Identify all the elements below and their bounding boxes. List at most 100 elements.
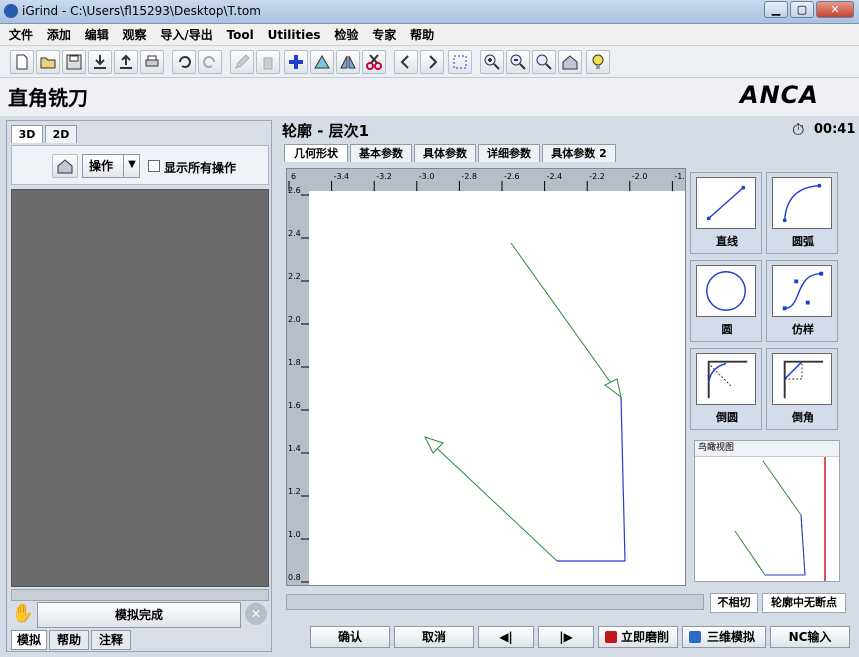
show-all-checkbox[interactable] [148, 160, 160, 172]
printer-icon [145, 55, 159, 67]
next-button[interactable] [420, 50, 444, 74]
next-step-button[interactable]: |▶ [538, 626, 594, 648]
3d-simulation-button[interactable]: 三维模拟 [682, 626, 766, 648]
palette-chamfer[interactable]: 倒角 [766, 348, 838, 430]
save-button[interactable] [62, 50, 86, 74]
chevron-down-icon[interactable]: ▼ [123, 155, 140, 177]
stop-icon[interactable]: ✕ [245, 603, 267, 625]
tab-detail-params[interactable]: 详细参数 [478, 144, 540, 162]
profile-entry-line [510, 242, 622, 398]
hint-button[interactable] [586, 50, 610, 74]
menu-check[interactable]: 检验 [329, 24, 363, 46]
palette-fillet[interactable]: 倒圆 [690, 348, 762, 430]
edit-button[interactable] [230, 50, 254, 74]
page-header: 直角铣刀 ANCA [0, 78, 859, 116]
birdseye-drawing [734, 457, 826, 581]
mirror-button[interactable] [336, 50, 360, 74]
select-area-button[interactable] [448, 50, 472, 74]
ruler-x-label: -2.0 [632, 172, 648, 181]
cancel-button[interactable]: 取消 [394, 626, 474, 648]
hand-icon[interactable]: ✋ [11, 603, 35, 627]
menu-add[interactable]: 添加 [42, 24, 76, 46]
zoom-out-button[interactable] [506, 50, 530, 74]
menu-tool[interactable]: Tool [222, 24, 259, 46]
fillet-icon [696, 353, 756, 405]
exit-arrow-icon [424, 436, 444, 454]
menu-view[interactable]: 观察 [118, 24, 152, 46]
palette-arc[interactable]: 圆弧 [766, 172, 838, 254]
upload-button[interactable] [114, 50, 138, 74]
status-bar [286, 594, 704, 610]
download-button[interactable] [88, 50, 112, 74]
ruler-y-label: 2.2 [288, 272, 301, 281]
undo-button[interactable] [172, 50, 196, 74]
simulation-done-button[interactable]: 模拟完成 [37, 602, 241, 628]
grind-now-label: 立即磨削 [620, 630, 669, 644]
ruler-y-label: 1.0 [288, 530, 301, 539]
disk-icon [66, 54, 82, 70]
svg-text:ANCA: ANCA [738, 82, 819, 106]
simulation-progress-bar [11, 589, 269, 601]
plus-icon [289, 55, 303, 69]
geometry-canvas[interactable]: 6 -3.4 -3.2 -3.0 -2.8 -2.6 -2.4 -2.2 -2.0 -1.8 2.… [286, 168, 690, 586]
maximize-button[interactable]: ▢ [790, 1, 814, 18]
previous-step-button[interactable]: ◀| [478, 626, 534, 648]
ruler-x-label: -2.4 [547, 172, 563, 181]
menu-help[interactable]: 帮助 [405, 24, 439, 46]
confirm-button[interactable]: 确认 [310, 626, 390, 648]
minimize-button[interactable]: ▁ [764, 1, 788, 18]
palette-circle[interactable]: 圆 [690, 260, 762, 342]
delete-button[interactable] [256, 50, 280, 74]
3d-icon [689, 631, 701, 643]
anca-logo: ANCA [738, 82, 819, 106]
pencil-icon [235, 54, 250, 69]
menu-import-export[interactable]: 导入/导出 [155, 24, 217, 46]
tab-basic-params[interactable]: 基本参数 [350, 144, 412, 162]
menu-edit[interactable]: 编辑 [80, 24, 114, 46]
palette-spline[interactable]: 仿样 [766, 260, 838, 342]
tab-notes[interactable]: 注释 [91, 630, 131, 650]
simulation-viewport[interactable] [11, 189, 269, 587]
menu-utilities[interactable]: Utilities [263, 24, 326, 46]
ruler-x-label: -2.8 [461, 172, 477, 181]
prev-button[interactable] [394, 50, 418, 74]
home-view-button[interactable] [52, 154, 78, 178]
breakpoint-status: 轮廓中无断点 [762, 593, 846, 613]
tab-specific-params[interactable]: 具体参数 [414, 144, 476, 162]
grind-now-button[interactable]: 立即磨削 [598, 626, 678, 648]
page-title: 直角铣刀 [8, 86, 88, 110]
new-file-button[interactable] [10, 50, 34, 74]
close-button[interactable]: ✕ [816, 1, 854, 18]
cut-button[interactable] [362, 50, 386, 74]
palette-spline-label: 仿样 [792, 323, 814, 336]
menu-bar: 文件 添加 编辑 观察 导入/导出 Tool Utilities 检验 专家 帮… [0, 24, 859, 46]
ruler-y-label: 1.4 [288, 444, 301, 453]
menu-expert[interactable]: 专家 [367, 24, 401, 46]
menu-file[interactable]: 文件 [4, 24, 38, 46]
tab-3d[interactable]: 3D [11, 125, 43, 143]
zoom-in-button[interactable] [480, 50, 504, 74]
select-area-icon [453, 55, 467, 69]
chevron-left-icon [400, 55, 409, 69]
home-view-button[interactable] [558, 50, 582, 74]
ruler-x-label: -1.8 [674, 172, 685, 181]
spline-icon [772, 265, 832, 317]
tab-help[interactable]: 帮助 [49, 630, 89, 650]
add-button[interactable] [284, 50, 308, 74]
tab-geometry[interactable]: 几何形状 [284, 144, 348, 162]
nc-input-button[interactable]: NC输入 [770, 626, 850, 648]
redo-button[interactable] [198, 50, 222, 74]
timer-value: 00:41 [814, 122, 856, 137]
palette-chamfer-label: 倒角 [792, 411, 814, 424]
open-button[interactable] [36, 50, 60, 74]
birdseye-view[interactable]: 鸟瞰视图 [694, 440, 840, 582]
palette-line[interactable]: 直线 [690, 172, 762, 254]
zoom-fit-button[interactable] [532, 50, 556, 74]
tab-specific-params-2[interactable]: 具体参数 2 [542, 144, 616, 162]
tab-2d[interactable]: 2D [45, 125, 77, 143]
transform-button[interactable] [310, 50, 334, 74]
tab-simulation[interactable]: 模拟 [11, 630, 47, 650]
element-palette: 直线 圆弧 圆 仿样 倒圆 倒角 [690, 172, 842, 434]
upload-icon [120, 54, 132, 69]
print-button[interactable] [140, 50, 164, 74]
